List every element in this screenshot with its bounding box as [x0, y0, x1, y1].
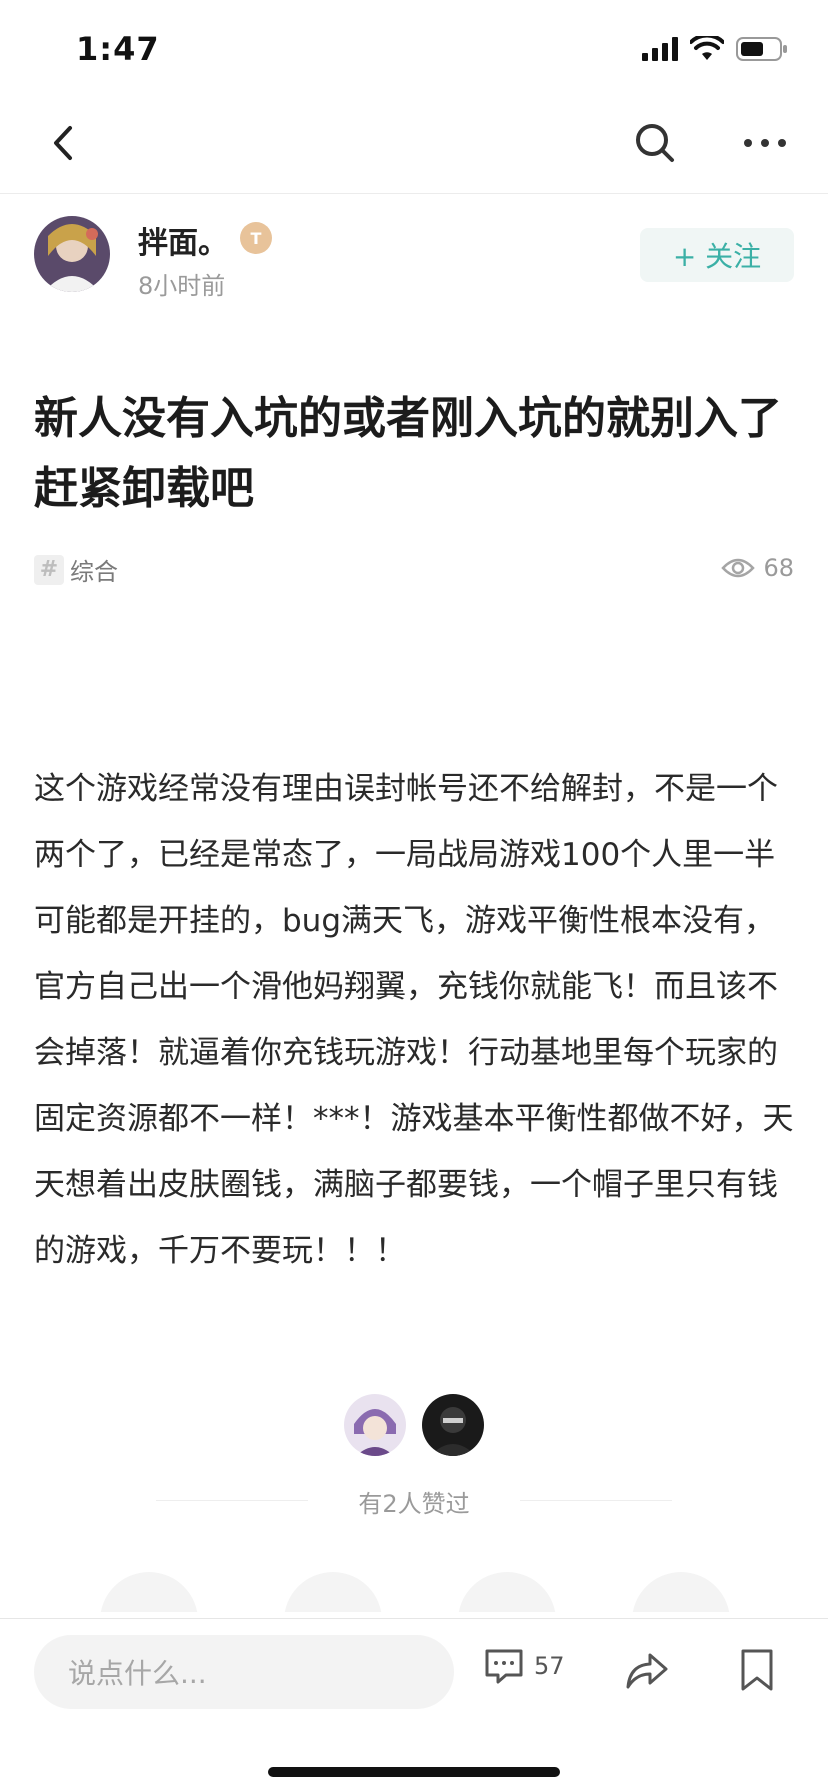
comment-action[interactable]	[284, 1572, 382, 1612]
share-action[interactable]	[458, 1572, 556, 1612]
post-actions	[0, 1572, 828, 1612]
comment-icon	[485, 1649, 523, 1684]
post-title: 新人没有入坑的或者刚入坑的就别入了赶紧卸载吧	[34, 393, 782, 514]
likers-avatars	[0, 1394, 828, 1460]
author-name[interactable]: 拌面。	[138, 218, 228, 262]
liker-avatar[interactable]	[344, 1394, 406, 1456]
post-meta: # 综合 68	[34, 552, 794, 592]
topic-tag[interactable]: # 综合	[34, 552, 118, 587]
view-count: 68	[721, 554, 794, 582]
author-avatar[interactable]	[34, 216, 110, 292]
comment-input[interactable]: 说点什么...	[34, 1635, 454, 1709]
back-icon[interactable]	[40, 118, 90, 168]
status-icons	[642, 36, 788, 62]
signal-icon	[642, 37, 678, 61]
likers-count-text: 有2人赞过	[358, 1490, 470, 1518]
like-action[interactable]	[100, 1572, 198, 1612]
more-icon[interactable]	[740, 118, 790, 168]
comment-button[interactable]: 57	[484, 1647, 565, 1685]
home-indicator	[268, 1767, 560, 1777]
eye-icon	[721, 558, 756, 578]
topic-label: 综合	[70, 558, 118, 586]
nav-bar	[0, 96, 828, 194]
author-level-badge: T	[240, 222, 272, 254]
bottom-bar: 说点什么... 57	[0, 1618, 828, 1792]
comment-count: 57	[534, 1652, 565, 1680]
post-body: 这个游戏经常没有理由误封帐号还不给解封，不是一个两个了，已经是常态了，一局战局游…	[34, 771, 794, 1269]
liker-avatar[interactable]	[422, 1394, 484, 1456]
search-icon[interactable]	[630, 118, 680, 168]
save-action[interactable]	[632, 1572, 730, 1612]
hash-icon: #	[34, 554, 64, 585]
follow-button[interactable]: + 关注	[640, 228, 794, 282]
view-count-value: 68	[763, 554, 794, 582]
status-bar: 1:47	[0, 0, 828, 96]
wifi-icon	[690, 36, 724, 60]
bookmark-icon[interactable]	[734, 1647, 780, 1693]
share-icon[interactable]	[624, 1647, 670, 1693]
battery-icon	[736, 37, 787, 61]
status-time: 1:47	[76, 30, 160, 68]
author-row: 拌面。 T 8小时前 + 关注	[0, 200, 828, 310]
post-time: 8小时前	[138, 272, 226, 300]
